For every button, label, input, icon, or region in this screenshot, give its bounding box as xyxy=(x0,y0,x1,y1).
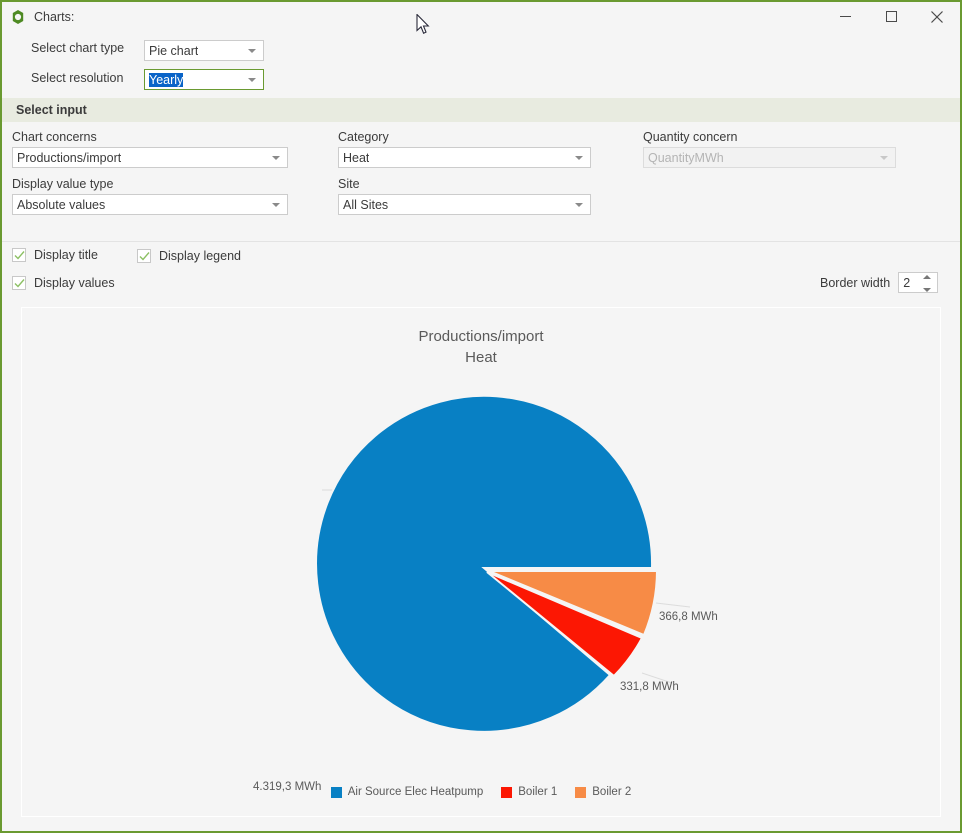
chevron-down-icon xyxy=(248,77,256,82)
pie-chart xyxy=(315,394,691,733)
legend-label: Boiler 1 xyxy=(518,786,558,798)
resolution-row: Select resolution xyxy=(31,71,141,85)
chevron-down-icon xyxy=(575,202,583,207)
site-value: All Sites xyxy=(343,197,389,212)
display-value-type-label: Display value type xyxy=(12,177,114,191)
display-legend-label: Display legend xyxy=(159,249,241,263)
chart-type-value: Pie chart xyxy=(149,43,199,58)
site-field: Site All Sites xyxy=(338,177,591,215)
checkbox-box xyxy=(12,276,26,290)
chart-concerns-select[interactable]: Productions/import xyxy=(12,147,288,168)
resolution-select[interactable]: Yearly xyxy=(144,69,264,90)
chevron-down-icon xyxy=(575,155,583,160)
display-legend-checkbox[interactable]: Display legend xyxy=(137,249,241,263)
checkmark-icon xyxy=(14,251,25,260)
app-ring-icon xyxy=(10,9,26,25)
window-controls xyxy=(822,2,960,31)
charts-window: Charts: Select chart type Pie chart Sele… xyxy=(0,0,962,833)
display-value-type-value: Absolute values xyxy=(17,197,106,212)
checkbox-box xyxy=(12,248,26,262)
pie-slice-air-source-elec-heatpump[interactable] xyxy=(315,394,654,733)
maximize-icon xyxy=(885,11,897,22)
minimize-icon xyxy=(839,16,851,17)
close-icon xyxy=(931,10,943,23)
chart-type-label: Select chart type xyxy=(31,41,125,55)
minimize-button[interactable] xyxy=(822,2,868,31)
category-value: Heat xyxy=(343,150,370,165)
resolution-label: Select resolution xyxy=(31,71,124,85)
legend-item[interactable]: Air Source Elec Heatpump xyxy=(330,786,484,798)
checkbox-box xyxy=(137,249,151,263)
options-area: Display title Display legend Display val… xyxy=(2,242,960,300)
title-bar: Charts: xyxy=(2,2,960,31)
checkmark-icon xyxy=(139,252,150,261)
legend-swatch-icon xyxy=(330,786,342,798)
window-title: Charts: xyxy=(34,9,75,24)
value-label-boiler-1: 331,8 MWh xyxy=(620,681,679,693)
chart-legend: Air Source Elec Heatpump Boiler 1 Boiler… xyxy=(22,786,940,798)
chart-panel: Productions/import Heat 4.319,3 MWh 366,… xyxy=(21,307,941,817)
quantity-concern-value: QuantityMWh xyxy=(648,150,724,165)
checkmark-icon xyxy=(14,279,25,288)
resolution-value: Yearly xyxy=(149,72,184,87)
legend-swatch-icon xyxy=(575,786,587,798)
section-title: Select input xyxy=(16,103,87,117)
legend-swatch-icon xyxy=(501,786,513,798)
chevron-down-icon xyxy=(880,155,888,160)
chart-type-row: Select chart type xyxy=(31,41,141,55)
quantity-concern-select: QuantityMWh xyxy=(643,147,896,168)
display-value-type-field: Display value type Absolute values xyxy=(12,177,288,215)
category-select[interactable]: Heat xyxy=(338,147,591,168)
chevron-down-icon xyxy=(272,155,280,160)
chevron-down-icon xyxy=(248,48,256,53)
display-value-type-select[interactable]: Absolute values xyxy=(12,194,288,215)
display-values-label: Display values xyxy=(34,276,115,290)
border-width-stepper[interactable]: 2 xyxy=(898,272,939,293)
category-field: Category Heat xyxy=(338,130,591,168)
legend-label: Boiler 2 xyxy=(592,786,632,798)
legend-item[interactable]: Boiler 1 xyxy=(501,786,557,798)
display-title-checkbox[interactable]: Display title xyxy=(12,248,98,262)
maximize-button[interactable] xyxy=(868,2,914,31)
legend-label: Air Source Elec Heatpump xyxy=(347,786,484,798)
site-label: Site xyxy=(338,177,360,191)
quantity-concern-field: Quantity concern QuantityMWh xyxy=(643,130,896,168)
quantity-concern-label: Quantity concern xyxy=(643,130,738,144)
spinner-up-icon[interactable] xyxy=(923,275,932,279)
chevron-down-icon xyxy=(272,202,280,207)
border-width-control: Border width 2 xyxy=(820,272,939,293)
spinner-down-icon[interactable] xyxy=(923,288,932,292)
border-width-value: 2 xyxy=(903,275,911,290)
legend-item[interactable]: Boiler 2 xyxy=(575,786,631,798)
border-width-label: Border width xyxy=(820,275,891,290)
chart-concerns-label: Chart concerns xyxy=(12,130,97,144)
site-select[interactable]: All Sites xyxy=(338,194,591,215)
value-label-boiler-2: 366,8 MWh xyxy=(659,611,718,623)
chart-concerns-field: Chart concerns Productions/import xyxy=(12,130,288,168)
display-values-checkbox[interactable]: Display values xyxy=(12,276,115,290)
category-label: Category xyxy=(338,130,389,144)
input-area: Chart concerns Productions/import Displa… xyxy=(2,122,960,241)
chart-concerns-value: Productions/import xyxy=(17,150,122,165)
select-input-section-header: Select input xyxy=(2,98,960,122)
chart-type-select[interactable]: Pie chart xyxy=(144,40,264,61)
close-button[interactable] xyxy=(914,2,960,31)
display-title-label: Display title xyxy=(34,248,98,262)
leader-line-orange xyxy=(655,602,691,608)
